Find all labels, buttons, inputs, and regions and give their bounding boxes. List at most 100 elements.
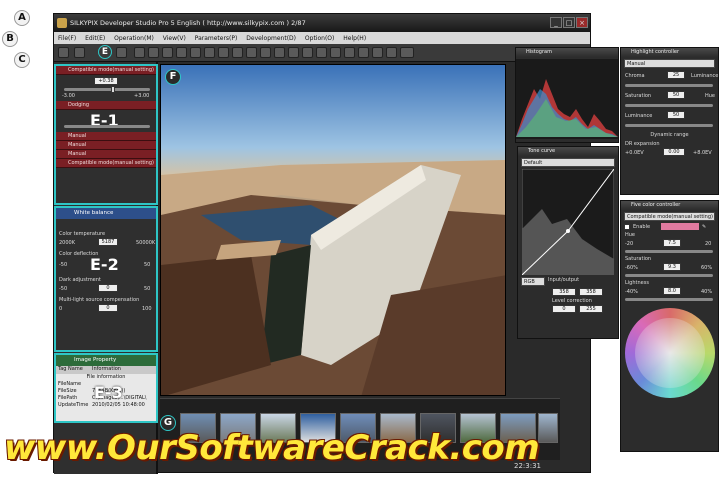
view-compare-icon[interactable] — [190, 47, 201, 58]
fc-hue-slider[interactable] — [625, 250, 713, 253]
maximize-button[interactable]: □ — [563, 17, 575, 28]
fc-light-value[interactable]: 8.0 — [663, 287, 681, 295]
rotate-left-icon[interactable] — [316, 47, 327, 58]
multilight-value[interactable]: 0 — [98, 304, 118, 312]
hl-luminance-value[interactable]: 50 — [667, 111, 685, 119]
menu-operation[interactable]: Operation(M) — [114, 35, 154, 42]
minimize-button[interactable]: _ — [550, 17, 562, 28]
tone-curve-header[interactable]: Tone curve — [518, 147, 618, 156]
five-color-title: Five color controller — [631, 202, 681, 208]
menu-edit[interactable]: Edit(E) — [85, 35, 105, 42]
fc-sat-slider[interactable] — [625, 274, 713, 277]
undo-icon[interactable] — [134, 47, 145, 58]
color-swatch[interactable] — [661, 223, 700, 230]
view-single-icon[interactable] — [162, 47, 173, 58]
develop-icon[interactable] — [400, 47, 414, 58]
input-value[interactable]: 358 — [552, 288, 576, 296]
output-value[interactable]: 358 — [579, 288, 603, 296]
histogram-header[interactable]: Histogram — [516, 48, 618, 57]
mode-select-1[interactable]: Compatible mode(manual setting) — [56, 66, 156, 75]
five-color-mode-select[interactable]: Compatible mode(manual setting) — [624, 212, 715, 221]
five-color-header[interactable]: Five color controller — [621, 201, 718, 210]
tone-preset-select[interactable]: Default — [521, 158, 615, 167]
spot-icon[interactable] — [246, 47, 257, 58]
menu-parameters[interactable]: Parameters(P) — [195, 35, 238, 42]
redo-icon[interactable] — [148, 47, 159, 58]
sharpness-select[interactable]: Manual — [56, 132, 156, 141]
dodging-label: Dodging — [68, 102, 89, 108]
pipette-icon[interactable] — [274, 47, 285, 58]
dodging-select[interactable]: Dodging — [56, 101, 156, 110]
check-icon[interactable] — [302, 47, 313, 58]
exposure-max: +3.00 — [134, 93, 150, 99]
highlight-panel: Highlight controller Manual Chroma 25 Lu… — [620, 47, 719, 195]
view-grid-icon[interactable] — [176, 47, 187, 58]
flip-icon[interactable] — [344, 47, 355, 58]
level-low-value[interactable]: 0 — [552, 305, 576, 313]
enable-checkbox[interactable] — [624, 223, 630, 230]
image-property-header[interactable]: Image Property — [56, 355, 156, 366]
hl-luminance-slider[interactable] — [625, 124, 713, 127]
highlight-header[interactable]: Highlight controller — [621, 48, 718, 57]
callout-a: A — [14, 10, 30, 26]
level-high-value[interactable]: 255 — [579, 305, 603, 313]
fc-hue-value[interactable]: 7.5 — [663, 239, 681, 247]
left-control-panel: Compatible mode(manual setting) +0.38 -3… — [54, 62, 158, 474]
color-temp-value[interactable]: 5187 — [98, 238, 118, 246]
dr-min: +0.0EV — [625, 150, 644, 156]
exposure-knob[interactable] — [111, 86, 115, 93]
file-information-label: File information — [86, 374, 126, 380]
tone-curve-graph[interactable] — [522, 169, 614, 275]
highlight-mode-label: Manual — [627, 61, 646, 67]
dodging-slider[interactable] — [64, 125, 150, 128]
save-icon[interactable] — [74, 47, 85, 58]
fc-sat-max: 60% — [701, 265, 713, 271]
color-select[interactable]: Manual — [56, 150, 156, 159]
brush-icon[interactable] — [260, 47, 271, 58]
exposure-slider[interactable] — [64, 88, 150, 91]
callout-b: B — [2, 31, 18, 47]
menu-file[interactable]: File(F) — [58, 35, 76, 42]
chroma-slider[interactable] — [625, 84, 713, 87]
tone-preset-label: Default — [524, 160, 543, 166]
warning-icon[interactable] — [204, 47, 215, 58]
preview-image[interactable]: F — [160, 64, 506, 396]
color-wheel[interactable] — [624, 308, 715, 398]
hl-saturation-slider[interactable] — [625, 104, 713, 107]
thumbnail[interactable] — [538, 413, 558, 443]
menu-option[interactable]: Option(O) — [305, 35, 334, 42]
prop-name: FilePath — [58, 395, 78, 401]
level-correction-label: Level correction — [552, 298, 592, 304]
gear-icon[interactable] — [372, 47, 383, 58]
parameter-icon[interactable] — [116, 47, 127, 58]
mode-select-2[interactable]: Compatible mode(manual setting) — [56, 159, 156, 168]
exposure-value[interactable]: +0.38 — [94, 77, 118, 85]
highlight-mode-select[interactable]: Manual — [624, 59, 715, 68]
rotate-right-icon[interactable] — [330, 47, 341, 58]
fc-sat-value[interactable]: 9.3 — [663, 263, 681, 271]
menu-development[interactable]: Development(D) — [246, 35, 296, 42]
pipette-icon[interactable]: ✎ — [702, 224, 706, 230]
dam-photo — [161, 160, 505, 395]
fc-light-slider[interactable] — [625, 298, 713, 301]
open-folder-icon[interactable] — [58, 47, 69, 58]
exposure-min: -3.00 — [62, 93, 75, 99]
noise-select[interactable]: Manual — [56, 141, 156, 150]
fc-light-min: -40% — [625, 289, 638, 295]
zoom-icon[interactable] — [358, 47, 369, 58]
close-button[interactable]: × — [576, 17, 588, 28]
rotate-icon[interactable] — [232, 47, 243, 58]
white-balance-header[interactable]: White balance — [56, 208, 156, 219]
star-icon[interactable] — [386, 47, 397, 58]
chroma-value[interactable]: 25 — [667, 71, 685, 79]
tone-curve-title: Tone curve — [528, 148, 556, 154]
channel-select[interactable]: RGB — [521, 277, 545, 286]
hl-saturation-value[interactable]: 50 — [667, 91, 685, 99]
menu-view[interactable]: View(V) — [163, 35, 186, 42]
menu-help[interactable]: Help(H) — [343, 35, 366, 42]
dr-value[interactable]: 0.00 — [663, 148, 685, 156]
dark-adjustment-value[interactable]: 0 — [98, 284, 118, 292]
wb-picker-icon[interactable] — [288, 47, 299, 58]
chroma-group: Chroma 25 Luminance — [621, 70, 718, 90]
crop-icon[interactable] — [218, 47, 229, 58]
